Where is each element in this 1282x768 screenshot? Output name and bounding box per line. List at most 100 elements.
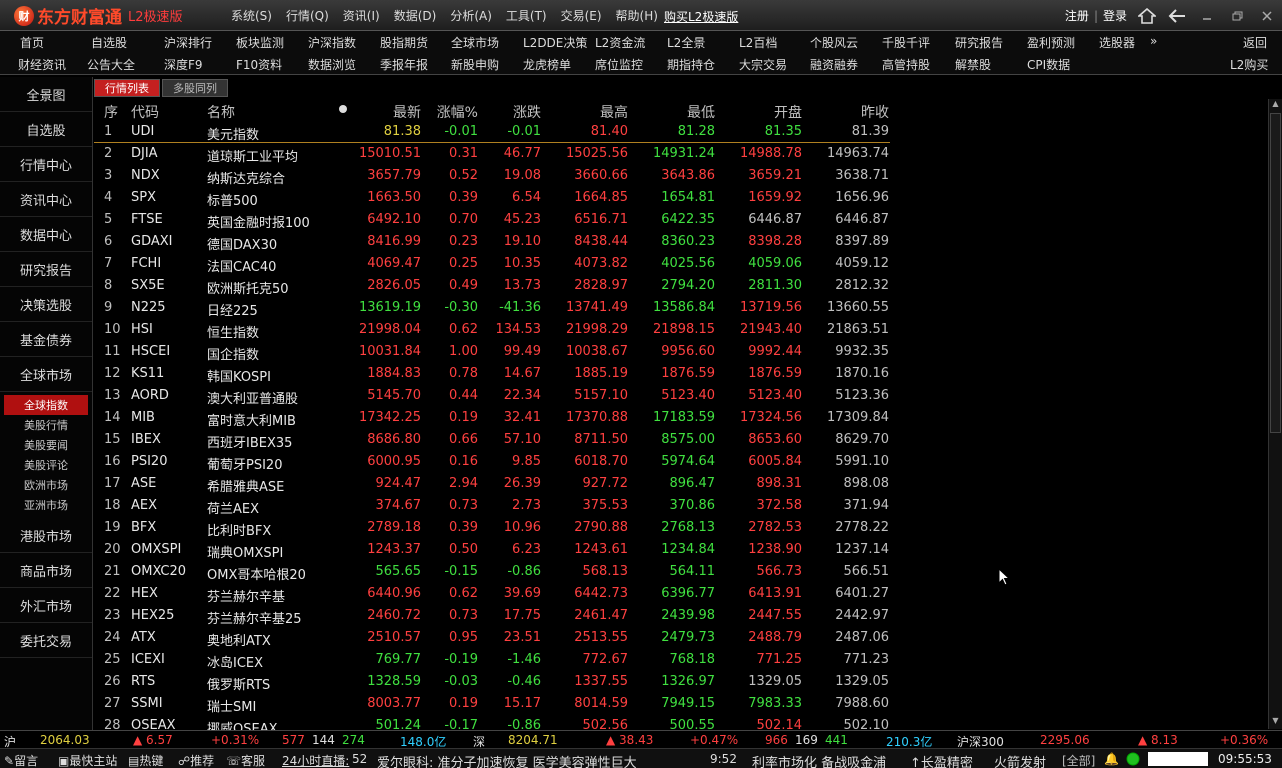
table-row[interactable]: 9 N225 日经225 13619.19 -0.30 -41.36 13741.49 135… xyxy=(94,297,890,319)
nav-item-row2-0[interactable]: 财经资讯 xyxy=(18,56,66,73)
buy-l2-link[interactable]: 购买L2极速版 xyxy=(664,8,738,25)
scroll-thumb[interactable] xyxy=(1270,113,1281,433)
table-row[interactable]: 16 PSI20 葡萄牙PSI20 6000.95 0.16 9.85 6018.70 597… xyxy=(94,451,890,473)
nav-item-row2-4[interactable]: 数据浏览 xyxy=(308,56,356,73)
back-arrow-icon[interactable] xyxy=(1166,5,1188,27)
sidebar-item[interactable]: 决策选股 xyxy=(0,287,92,322)
nav-item-row2-6[interactable]: 新股申购 xyxy=(451,56,499,73)
login-link[interactable]: 登录 xyxy=(1098,7,1132,24)
minimize-icon[interactable] xyxy=(1196,5,1218,27)
nav-item-row1-7[interactable]: L2DDE决策 xyxy=(523,34,587,51)
column-header[interactable]: 序 xyxy=(104,102,118,122)
menu-item[interactable]: 行情(Q) xyxy=(286,7,329,24)
nav-item-row2-12[interactable]: 高管持股 xyxy=(882,56,930,73)
nav-item-row1-12[interactable]: 千股千评 xyxy=(882,34,930,51)
nav-item-row1-8[interactable]: L2资金流 xyxy=(595,34,645,51)
nav-item-row2-7[interactable]: 龙虎榜单 xyxy=(523,56,571,73)
nav-item-row1-1[interactable]: 自选股 xyxy=(91,34,127,51)
nav-item-row1-15[interactable]: 选股器 xyxy=(1099,34,1135,51)
search-box[interactable] xyxy=(1148,752,1208,766)
table-row[interactable]: 19 BFX 比利时BFX 2789.18 0.39 10.96 2790.88 2768.1… xyxy=(94,517,890,539)
menu-item[interactable]: 分析(A) xyxy=(450,7,492,24)
nav-item-row2-2[interactable]: 深度F9 xyxy=(164,56,203,73)
sidebar-item[interactable]: 研究报告 xyxy=(0,252,92,287)
table-row[interactable]: 15 IBEX 西班牙IBEX35 8686.80 0.66 57.10 8711.50 85… xyxy=(94,429,890,451)
table-row[interactable]: 3 NDX 纳斯达克综合 3657.79 0.52 19.08 3660.66 3643.86… xyxy=(94,165,890,187)
table-row[interactable]: 4 SPX 标普500 1663.50 0.39 6.54 1664.85 1654.81 16… xyxy=(94,187,890,209)
nav-item-row1-16[interactable]: » xyxy=(1150,34,1157,48)
table-row[interactable]: 23 HEX25 芬兰赫尔辛基25 2460.72 0.73 17.75 2461.47 24… xyxy=(94,605,890,627)
table-row[interactable]: 20 OMXSPI 瑞典OMXSPI 1243.37 0.50 6.23 1243.61 12… xyxy=(94,539,890,561)
menu-item[interactable]: 数据(D) xyxy=(394,7,437,24)
live-label[interactable]: 24小时直播: xyxy=(282,752,349,768)
sidebar-subitem[interactable]: 美股行情 xyxy=(0,415,92,435)
table-row[interactable]: 27 SSMI 瑞士SMI 8003.77 0.19 15.17 8014.59 7949.1… xyxy=(94,693,890,715)
column-header[interactable]: 涨幅% xyxy=(437,102,478,122)
table-row[interactable]: 5 FTSE 英国金融时报100 6492.10 0.70 45.23 6516.71 642… xyxy=(94,209,890,231)
nav-item-row1-5[interactable]: 股指期货 xyxy=(380,34,428,51)
recommend-button[interactable]: ☍推荐 xyxy=(178,752,214,768)
table-row[interactable]: 6 GDAXI 德国DAX30 8416.99 0.23 19.10 8438.44 8360… xyxy=(94,231,890,253)
nav-item-row1-6[interactable]: 全球市场 xyxy=(451,34,499,51)
table-row[interactable]: 11 HSCEI 国企指数 10031.84 1.00 99.49 10038.67 9956… xyxy=(94,341,890,363)
hotkey-button[interactable]: ▤热键 xyxy=(128,752,163,768)
table-row[interactable]: 8 SX5E 欧洲斯托克50 2826.05 0.49 13.73 2828.97 2794.… xyxy=(94,275,890,297)
table-row[interactable]: 2 DJIA 道琼斯工业平均 15010.51 0.31 46.77 15025.56 149… xyxy=(94,143,890,165)
nav-item-row1-3[interactable]: 板块监测 xyxy=(236,34,284,51)
sidebar-item[interactable]: 自选股 xyxy=(0,112,92,147)
nav-item-row2-15[interactable]: L2购买 xyxy=(1230,56,1268,73)
nav-item-row1-11[interactable]: 个股风云 xyxy=(810,34,858,51)
table-row[interactable]: 13 AORD 澳大利亚普通股 5145.70 0.44 22.34 5157.10 5123… xyxy=(94,385,890,407)
service-button[interactable]: ☏客服 xyxy=(226,752,265,768)
column-header[interactable]: 最新 xyxy=(393,102,421,122)
table-row[interactable]: 21 OMXC20 OMX哥本哈根20 565.65 -0.15 -0.86 568.13 5… xyxy=(94,561,890,583)
nav-item-row2-13[interactable]: 解禁股 xyxy=(955,56,991,73)
message-button[interactable]: ✎留言 xyxy=(4,752,38,768)
restore-icon[interactable] xyxy=(1226,5,1248,27)
nav-item-row2-3[interactable]: F10资料 xyxy=(236,56,282,73)
sidebar-subitem[interactable]: 美股评论 xyxy=(0,455,92,475)
sidebar-subitem[interactable]: 亚洲市场 xyxy=(0,495,92,515)
nav-item-row2-10[interactable]: 大宗交易 xyxy=(739,56,787,73)
news-headline[interactable]: 利率市场化 备战吸金浦 xyxy=(752,752,886,768)
promo-link-2[interactable]: 火箭发射 xyxy=(994,752,1046,768)
nav-item-row2-9[interactable]: 期指持仓 xyxy=(667,56,715,73)
table-row[interactable]: 10 HSI 恒生指数 21998.04 0.62 134.53 21998.29 21898… xyxy=(94,319,890,341)
table-row[interactable]: 18 AEX 荷兰AEX 374.67 0.73 2.73 375.53 370.86 372.… xyxy=(94,495,890,517)
table-row[interactable]: 17 ASE 希腊雅典ASE 924.47 2.94 26.39 927.72 896.47 8… xyxy=(94,473,890,495)
nav-item-row1-2[interactable]: 沪深排行 xyxy=(164,34,212,51)
nav-item-row1-17[interactable]: 返回 xyxy=(1243,34,1267,51)
menu-item[interactable]: 系统(S) xyxy=(231,7,272,24)
scroll-up-icon[interactable]: ▲ xyxy=(1269,99,1282,112)
column-header[interactable]: 最低 xyxy=(687,102,715,122)
nav-item-row1-13[interactable]: 研究报告 xyxy=(955,34,1003,51)
table-row[interactable]: 14 MIB 富时意大利MIB 17342.25 0.19 32.41 17370.88 17… xyxy=(94,407,890,429)
scroll-down-icon[interactable]: ▼ xyxy=(1269,716,1282,729)
column-header[interactable]: 最高 xyxy=(600,102,628,122)
nav-item-row1-14[interactable]: 盈利预测 xyxy=(1027,34,1075,51)
nav-item-row2-11[interactable]: 融资融券 xyxy=(810,56,858,73)
column-header[interactable]: 名称 xyxy=(207,102,235,122)
column-header[interactable]: 涨跌 xyxy=(513,102,541,122)
sidebar-item[interactable]: 行情中心 xyxy=(0,147,92,182)
sidebar-item[interactable]: 商品市场 xyxy=(0,553,92,588)
vertical-scrollbar[interactable]: ▲ ▼ xyxy=(1268,99,1282,729)
table-row[interactable]: 1 UDI 美元指数 81.38 -0.01 -0.01 81.40 81.28 81.35 81… xyxy=(94,121,890,143)
nav-item-row1-4[interactable]: 沪深指数 xyxy=(308,34,356,51)
bell-icon[interactable]: 🔔 xyxy=(1104,752,1119,766)
nav-item-row2-1[interactable]: 公告大全 xyxy=(87,56,135,73)
sidebar-item[interactable]: 港股市场 xyxy=(0,518,92,553)
promo-link-1[interactable]: ↑长盈精密 xyxy=(910,752,973,768)
nav-item-row1-0[interactable]: 首页 xyxy=(20,34,44,51)
news-filter[interactable]: [全部] xyxy=(1062,752,1095,768)
sidebar-subitem[interactable]: 美股要闻 xyxy=(0,435,92,455)
table-row[interactable]: 26 RTS 俄罗斯RTS 1328.59 -0.03 -0.46 1337.55 1326.… xyxy=(94,671,890,693)
tab-quote-list[interactable]: 行情列表 xyxy=(94,79,160,97)
sidebar-item[interactable]: 委托交易 xyxy=(0,623,92,658)
nav-item-row2-8[interactable]: 席位监控 xyxy=(595,56,643,73)
sidebar-item[interactable]: 全球市场 xyxy=(0,357,92,392)
sidebar-item[interactable]: 资讯中心 xyxy=(0,182,92,217)
column-header[interactable]: 开盘 xyxy=(774,102,802,122)
table-row[interactable]: 7 FCHI 法国CAC40 4069.47 0.25 10.35 4073.82 4025.… xyxy=(94,253,890,275)
nav-item-row2-14[interactable]: CPI数据 xyxy=(1027,56,1070,73)
